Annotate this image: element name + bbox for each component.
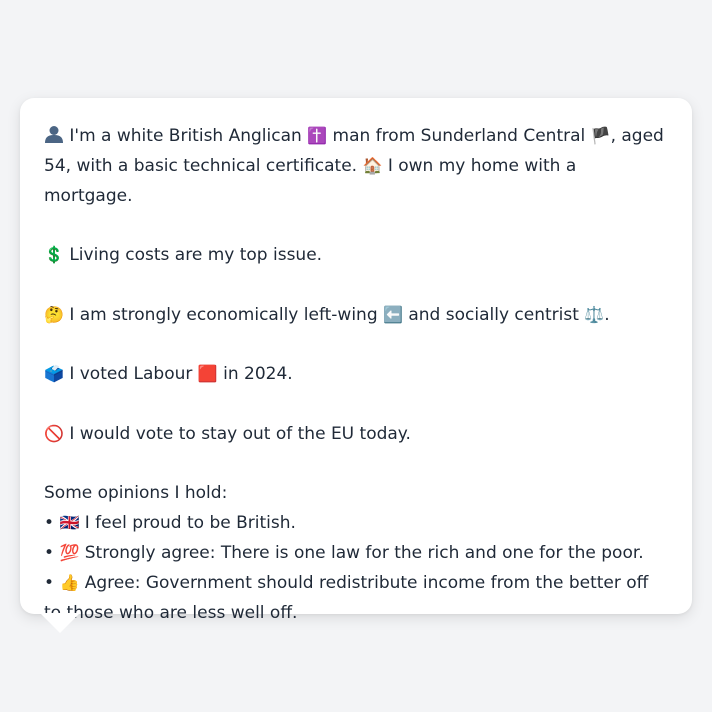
intro-text-a: I'm a white British Anglican [69,126,302,146]
opinion-list-item: • 💯 Strongly agree: There is one law for… [44,538,668,568]
vote-paragraph: 🗳️ I voted Labour 🟥 in 2024. [44,359,668,389]
ideology-text-b: and socially centrist [408,304,579,325]
thinking-face-icon: 🤔 [44,304,64,324]
bullet-point: • [44,512,55,533]
house-icon: 🏠 [362,156,383,176]
opinion-text: Strongly agree: There is one law for the… [84,543,644,564]
uk-flag-icon: 🇬🇧 [59,512,80,532]
ideology-text-c: . [604,304,610,325]
intro-paragraph: I'm a white British Anglican ✝️ man from… [44,121,668,211]
bullet-point: • [44,543,55,564]
ideology-text-a: I am strongly economically left-wing [69,304,378,325]
hundred-points-icon: 💯 [59,543,80,563]
thumbs-up-icon: 👍 [59,573,80,593]
chat-message-bubble: I'm a white British Anglican ✝️ man from… [20,98,692,623]
left-arrow-icon: ⬅️ [383,304,403,324]
opinions-heading: Some opinions I hold: [44,482,228,503]
ballot-box-icon: 🗳️ [44,364,64,384]
vote-text-a: I voted Labour [69,364,193,385]
top-issue-text: Living costs are my top issue. [69,245,323,266]
balance-scale-icon: ⚖️ [584,304,605,324]
ideology-paragraph: 🤔 I am strongly economically left-wing ⬅… [44,300,668,330]
eu-paragraph: 🚫 I would vote to stay out of the EU tod… [44,419,668,449]
opinion-text: Agree: Government should redistribute in… [44,573,649,623]
opinion-list-item: • 👍 Agree: Government should redistribut… [44,568,668,628]
england-flag-icon: 🏴 [590,126,611,145]
eu-text: I would vote to stay out of the EU today… [69,423,411,444]
opinion-list-item: • 🇬🇧 I feel proud to be British. [44,508,668,538]
person-silhouette-icon [44,121,64,150]
speech-bubble-tail [40,613,80,633]
prohibited-icon: 🚫 [44,423,64,443]
vote-text-b: in 2024. [223,364,293,385]
bullet-point: • [44,573,55,594]
latin-cross-icon: ✝️ [307,126,328,145]
intro-text-b: man from Sunderland Central [332,126,586,146]
top-issue-paragraph: 💲 Living costs are my top issue. [44,240,668,270]
opinion-text: I feel proud to be British. [84,512,296,533]
dollar-sign-icon: 💲 [44,245,64,265]
red-square-icon: 🟥 [197,364,218,384]
